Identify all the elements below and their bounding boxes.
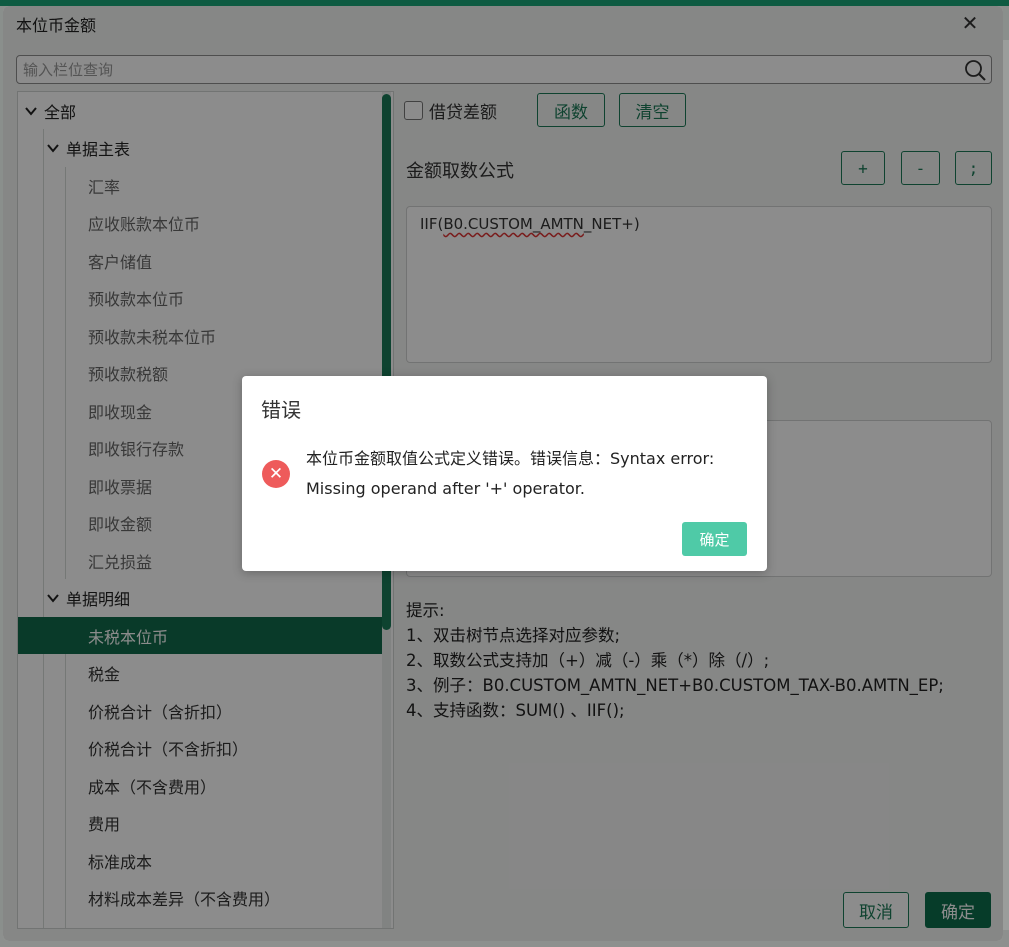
error-icon: ✕: [262, 460, 290, 488]
error-modal-title: 错误: [261, 398, 301, 422]
error-ok-button[interactable]: 确定: [682, 522, 747, 556]
error-message: 本位币金额取值公式定义错误。错误信息：Syntax error: Missing…: [306, 449, 715, 498]
background-page-edge: [1003, 40, 1009, 940]
error-modal: 错误 ✕ 本位币金额取值公式定义错误。错误信息：Syntax error: Mi…: [242, 376, 767, 571]
